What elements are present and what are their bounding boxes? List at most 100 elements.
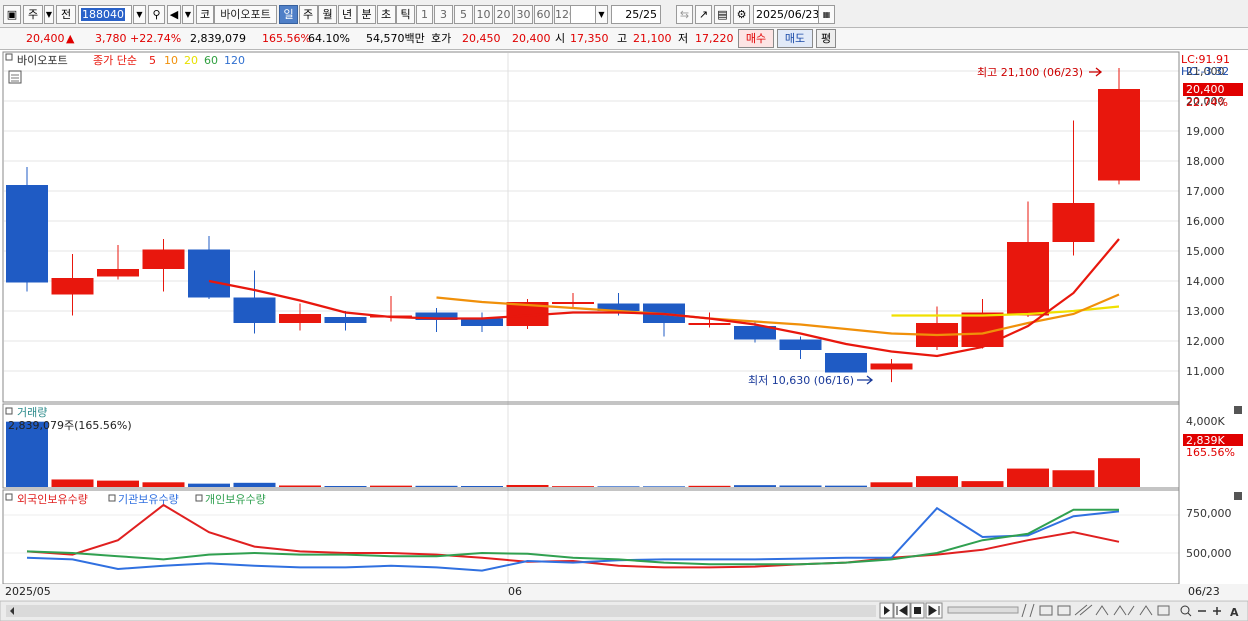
volume-title: 거래량 [17,406,47,419]
zoom-slider[interactable] [947,606,1019,614]
interval-dropdown-icon[interactable]: ▼ [595,5,608,24]
market-kind-button[interactable]: 주 [23,5,43,24]
candle-body [1007,242,1049,316]
ma-legend-20: 20 [184,54,198,67]
period-button-5[interactable]: 초 [376,5,396,24]
market-dropdown-icon[interactable]: ▼ [44,5,54,24]
candle-body [6,185,48,283]
candle-body [51,278,94,295]
candle-body [779,339,822,350]
link-icon[interactable]: ⇆ [676,5,693,24]
volume-close-icon[interactable] [1234,406,1242,414]
price-tick-label: 14,000 [1186,275,1225,288]
ma-legend-120: 120 [224,54,245,67]
candle-body [552,302,594,304]
period-button-6[interactable]: 틱 [396,5,415,24]
stop-icon [914,607,921,614]
volume-bar [552,486,594,487]
code-dropdown-icon[interactable]: ▼ [133,5,146,24]
ask-price: 20,450 [462,32,501,45]
volume-bar [1052,470,1095,487]
sell-button[interactable]: 매도 [777,29,813,48]
playback-controls [879,602,943,619]
x-axis-start: 2025/05 [5,585,51,598]
interval-button-0[interactable]: 1 [416,5,433,24]
interval-button-1[interactable]: 3 [434,5,453,24]
interval-button-5[interactable]: 30 [514,5,533,24]
toolbar: ▣ 주 ▼ 전 188040 ▼ ⚲ ◀ ▼ 코 바이오포트 일주월년분초틱 1… [0,0,1248,28]
scroll-track[interactable] [6,605,876,617]
price-info-row: 20,400 ▲ 3,780 +22.74% 2,839,079 165.56%… [0,28,1248,50]
candle-body [97,269,139,277]
buy-button[interactable]: 매수 [738,29,774,48]
draw-icon[interactable]: ↗ [695,5,712,24]
volume-bar [734,485,776,487]
ma-legend-10: 10 [164,54,178,67]
volume-ratio: 165.56% [262,32,311,45]
up-arrow-icon: ▲ [66,32,75,45]
candle-body [870,363,913,370]
volume-bar [597,486,640,487]
bid-price: 20,400 [512,32,551,45]
candle-body [324,317,367,323]
stock-name[interactable]: 바이오포트 [214,5,277,24]
ma-legend-60: 60 [204,54,218,67]
x-axis-bar [0,584,1248,600]
volume-current-label: 2,839,079주(165.56%) [8,419,132,432]
price-tick-label: 13,000 [1186,305,1225,318]
volume-last-pct: 165.56% [1186,446,1235,459]
price-tick-label: 15,000 [1186,245,1225,258]
candle-body [188,249,230,298]
volume-bar [51,479,94,487]
price-tick-label: 18,000 [1186,155,1225,168]
open-price: 17,350 [570,32,609,45]
font-a-icon[interactable]: A [1230,606,1239,619]
candle-body [1052,203,1095,242]
volume-bar [870,482,913,487]
ma-legend-5: 5 [149,54,156,67]
turnover-value: 64.10% [308,32,350,45]
volume-bar [916,476,958,487]
price-change: 3,780 [95,32,127,45]
search-icon[interactable]: ⚲ [148,5,165,24]
speaker-dropdown-icon[interactable]: ▼ [182,5,194,24]
period-button-1[interactable]: 주 [298,5,318,24]
volume-bar [97,480,139,487]
x-axis-mid: 06 [508,585,522,598]
candle-body [825,353,867,373]
stock-chart[interactable]: 21,00020,00019,00018,00017,00016,00015,0… [0,50,1248,621]
interval-button-2[interactable]: 5 [454,5,473,24]
high-marker-label: 최고 21,100 (06/23) [977,66,1083,79]
volume-bar [1007,468,1049,487]
volume-bar [825,485,867,487]
chart-stock-title: 바이오포트 [17,54,68,67]
save-icon[interactable]: ▤ [714,5,731,24]
holdings-legend-individual: 개인보유수량 [205,493,266,506]
period-button-3[interactable]: 년 [337,5,357,24]
candle-body [688,323,731,325]
interval-button-6[interactable]: 60 [534,5,553,24]
period-button-2[interactable]: 월 [318,5,337,24]
stock-code-input[interactable]: 188040 [78,5,132,24]
volume-bar [961,481,1004,487]
holdings-close-icon[interactable] [1234,492,1242,500]
interval-button-4[interactable]: 20 [494,5,513,24]
interval-button-3[interactable]: 10 [474,5,493,24]
current-price: 20,400 [26,32,65,45]
holdings-tick-label: 500,000 [1186,547,1232,560]
date-picker-icon[interactable]: ▦ [818,5,835,24]
period-button-0[interactable]: 일 [279,5,298,24]
prev-button[interactable]: 전 [56,5,76,24]
settings-gear-icon[interactable]: ⚙ [733,5,750,24]
candle-body [142,249,185,269]
period-button-4[interactable]: 분 [357,5,376,24]
volume-bar [415,485,458,487]
speaker-icon[interactable]: ◀ [167,5,181,24]
layout-icon[interactable]: ▣ [3,5,21,24]
candle-body [1098,89,1140,181]
volume-bar [1098,458,1140,487]
count-field[interactable]: 25/25 [611,5,661,24]
volume-value: 2,839,079 [190,32,246,45]
candle-body [461,318,503,326]
eval-button[interactable]: 평 [816,29,836,48]
